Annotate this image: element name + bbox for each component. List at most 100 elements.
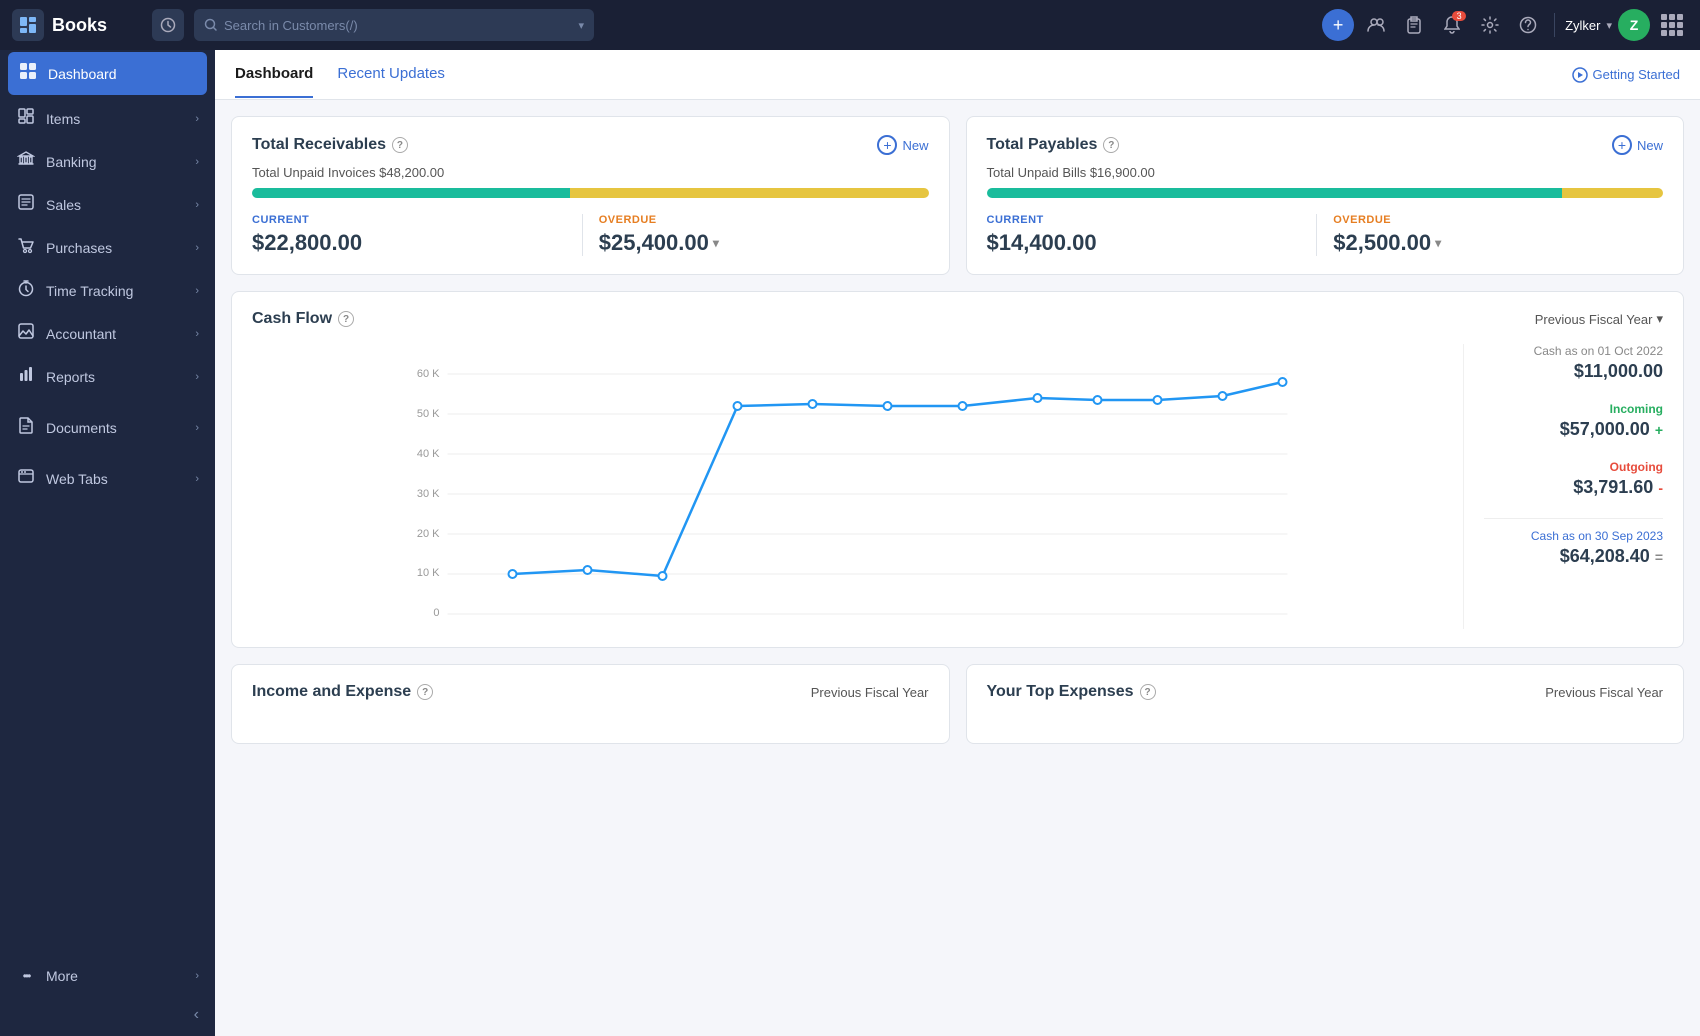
svg-text:Mar: Mar (878, 623, 897, 624)
clipboard-button[interactable] (1398, 9, 1430, 41)
user-name: Zylker (1565, 18, 1600, 33)
period-dropdown-arrow: ▾ (1656, 311, 1663, 327)
cash-end-stat: Cash as on 30 Sep 2023 $64,208.40 = (1484, 529, 1663, 567)
receivables-overdue-section: OVERDUE $25,400.00 ▾ (582, 214, 929, 256)
purchases-icon (16, 236, 36, 259)
payables-new-button[interactable]: + New (1612, 135, 1663, 155)
top-expenses-period[interactable]: Previous Fiscal Year (1545, 685, 1663, 700)
cashflow-header: Cash Flow ? Previous Fiscal Year ▾ (252, 310, 1663, 328)
receivables-overdue-value: $25,400.00 ▾ (599, 230, 929, 256)
contacts-button[interactable] (1360, 9, 1392, 41)
chart-point (1279, 378, 1287, 386)
svg-text:20 K: 20 K (417, 528, 440, 540)
sales-chevron: › (195, 199, 199, 211)
notifications-button[interactable]: 3 (1436, 9, 1468, 41)
receivables-overdue-arrow[interactable]: ▾ (713, 236, 719, 250)
sidebar-item-items[interactable]: Items › (0, 97, 215, 140)
income-expense-period[interactable]: Previous Fiscal Year (811, 685, 929, 700)
receivables-new-button[interactable]: + New (877, 135, 928, 155)
cash-start-value: $11,000.00 (1484, 361, 1663, 382)
tab-recent-updates[interactable]: Recent Updates (337, 51, 445, 98)
receivables-title: Total Receivables ? (252, 136, 408, 154)
web-tabs-icon (16, 467, 36, 490)
sidebar-label-time-tracking: Time Tracking (46, 283, 133, 299)
documents-icon (16, 416, 36, 439)
sidebar-item-purchases[interactable]: Purchases › (0, 226, 215, 269)
receivables-info-icon[interactable]: ? (392, 137, 408, 153)
user-avatar[interactable]: Z (1618, 9, 1650, 41)
top-expenses-info-icon[interactable]: ? (1140, 684, 1156, 700)
sidebar-item-accountant[interactable]: Accountant › (0, 312, 215, 355)
reports-icon (16, 365, 36, 388)
cashflow-title: Cash Flow ? (252, 310, 354, 328)
sidebar-label-sales: Sales (46, 197, 81, 213)
sidebar-item-documents[interactable]: Documents › (0, 406, 215, 449)
incoming-stat: Incoming $57,000.00 + (1484, 402, 1663, 440)
sales-icon (16, 193, 36, 216)
cashflow-stats-sidebar: Cash as on 01 Oct 2022 $11,000.00 Incomi… (1463, 344, 1663, 629)
income-expense-card: Income and Expense ? Previous Fiscal Yea… (231, 664, 950, 744)
income-expense-info-icon[interactable]: ? (417, 684, 433, 700)
cash-end-label: Cash as on 30 Sep 2023 (1484, 529, 1663, 543)
search-bar[interactable]: ▾ (194, 9, 594, 41)
dashboard-icon (18, 62, 38, 85)
sidebar-item-reports[interactable]: Reports › (0, 355, 215, 398)
chart-point (1094, 396, 1102, 404)
apps-grid-button[interactable] (1656, 9, 1688, 41)
bottom-cards-row: Income and Expense ? Previous Fiscal Yea… (231, 664, 1684, 744)
payables-current-section: CURRENT $14,400.00 (987, 214, 1317, 256)
app-name: Books (52, 15, 107, 36)
sidebar-label-more: More (46, 968, 78, 984)
tab-dashboard[interactable]: Dashboard (235, 51, 313, 98)
sidebar-item-more[interactable]: ••• More › (0, 958, 215, 994)
sidebar-item-banking[interactable]: Banking › (0, 140, 215, 183)
receivables-current-bar (252, 188, 570, 198)
cashflow-info-icon[interactable]: ? (338, 311, 354, 327)
cash-start-stat: Cash as on 01 Oct 2022 $11,000.00 (1484, 344, 1663, 382)
cash-end-equals: = (1655, 549, 1663, 565)
incoming-value: $57,000.00 + (1484, 419, 1663, 440)
nav-divider (1554, 13, 1555, 37)
dashboard-grid: Total Receivables ? + New Total Unpaid I… (215, 100, 1700, 760)
chart-point (734, 402, 742, 410)
outgoing-value: $3,791.60 - (1484, 477, 1663, 498)
add-button[interactable]: + (1322, 9, 1354, 41)
cashflow-line (513, 382, 1283, 576)
sidebar-item-dashboard[interactable]: Dashboard (8, 52, 207, 95)
clock-button[interactable] (152, 9, 184, 41)
search-area: ▾ (194, 9, 594, 41)
sidebar-item-web-tabs[interactable]: Web Tabs › (0, 457, 215, 500)
chart-point (1034, 394, 1042, 402)
svg-text:Jul: Jul (1150, 623, 1164, 624)
user-menu[interactable]: Zylker ▾ (1565, 18, 1612, 33)
sidebar-label-documents: Documents (46, 420, 117, 436)
getting-started-link[interactable]: Getting Started (1572, 67, 1680, 83)
items-icon (16, 107, 36, 130)
help-button[interactable] (1512, 9, 1544, 41)
svg-text:Sep: Sep (1273, 623, 1293, 624)
sidebar-label-reports: Reports (46, 369, 95, 385)
payables-plus-icon: + (1612, 135, 1632, 155)
payables-info-icon[interactable]: ? (1103, 137, 1119, 153)
sidebar-label-accountant: Accountant (46, 326, 116, 342)
cash-start-label: Cash as on 01 Oct 2022 (1484, 344, 1663, 358)
outgoing-minus: - (1658, 480, 1663, 496)
sidebar-item-time-tracking[interactable]: Time Tracking › (0, 269, 215, 312)
app-logo: Books (12, 9, 142, 41)
time-tracking-icon (16, 279, 36, 302)
sidebar-label-purchases: Purchases (46, 240, 112, 256)
cashflow-period-selector[interactable]: Previous Fiscal Year ▾ (1535, 311, 1663, 327)
receivables-unpaid-label: Total Unpaid Invoices $48,200.00 (252, 165, 929, 180)
cash-end-value: $64,208.40 = (1484, 546, 1663, 567)
sidebar-item-sales[interactable]: Sales › (0, 183, 215, 226)
svg-text:Aug: Aug (1213, 623, 1233, 624)
chart-point (1219, 392, 1227, 400)
search-input[interactable] (224, 18, 572, 33)
grid-icon (1661, 14, 1683, 36)
payables-overdue-arrow[interactable]: ▾ (1435, 236, 1441, 250)
svg-text:Apr: Apr (954, 623, 971, 624)
chart-point (659, 572, 667, 580)
search-dropdown-arrow[interactable]: ▾ (578, 19, 584, 32)
sidebar-collapse-button[interactable]: ‹ (0, 994, 215, 1036)
settings-button[interactable] (1474, 9, 1506, 41)
